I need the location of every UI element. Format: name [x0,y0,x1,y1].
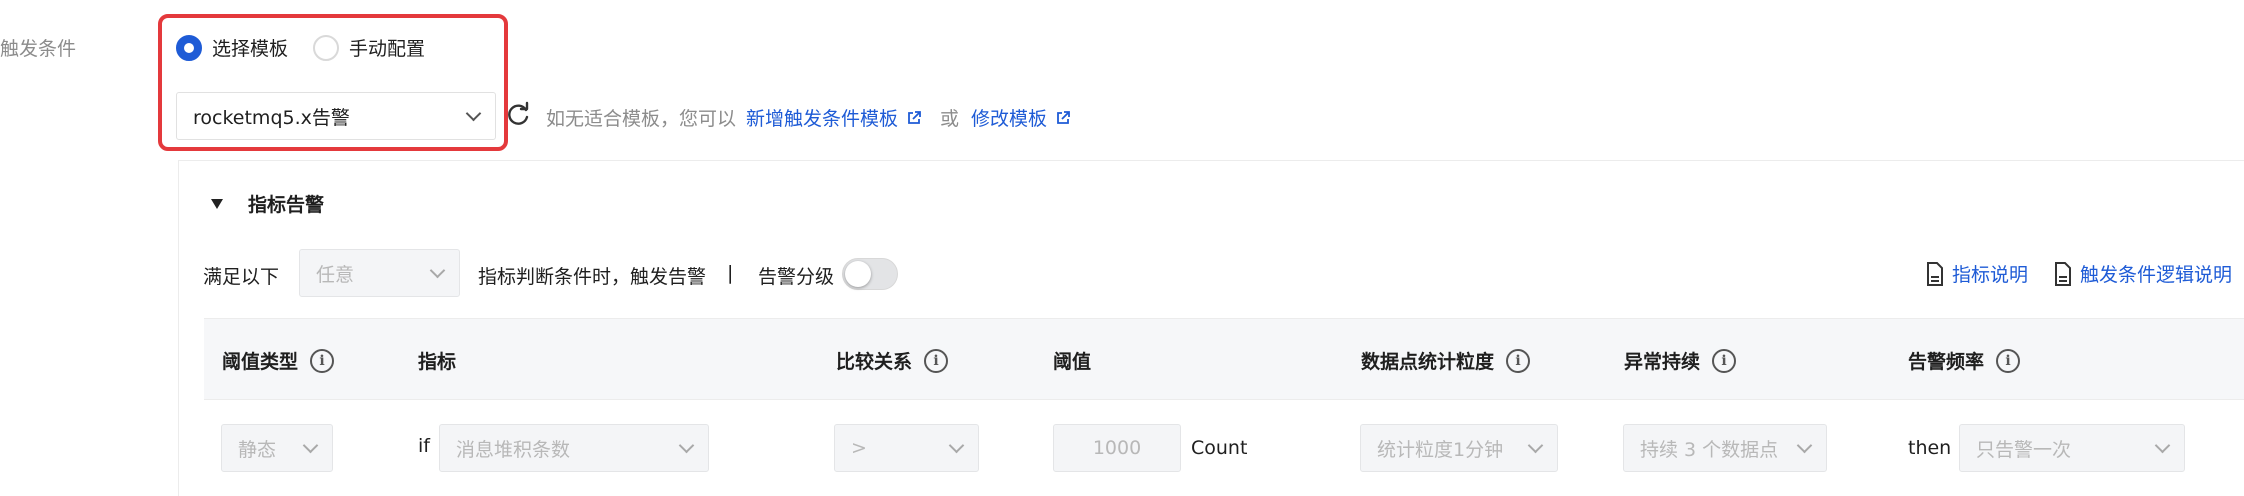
granularity-select[interactable]: 统计粒度1分钟 [1360,424,1558,472]
metric-select-value: 消息堆积条数 [456,438,571,461]
header-compare-label: 比较关系 [836,351,913,373]
condition-suffix: 指标判断条件时，触发告警 [478,266,707,288]
metric-doc-label: 指标说明 [1952,264,2029,286]
header-granularity-label: 数据点统计粒度 [1361,351,1495,373]
hint-or: 或 [940,108,960,130]
info-icon[interactable]: i [310,348,335,373]
header-duration: 异常持续 i [1624,347,1737,374]
chevron-down-icon [465,105,482,121]
header-frequency: 告警频率 i [1908,347,2021,374]
granularity-select-value: 统计粒度1分钟 [1377,438,1504,461]
condition-separator: | [727,262,734,284]
logic-doc-link[interactable]: 触发条件逻辑说明 [2054,260,2232,287]
threshold-type-select[interactable]: 静态 [221,424,333,472]
section-toggle[interactable]: 指标告警 [210,190,324,217]
logic-doc-label: 触发条件逻辑说明 [2080,264,2233,286]
panel-top-border [178,160,2244,161]
header-metric: 指标 [418,351,457,373]
panel-left-border [178,160,179,496]
threshold-input-value: 1000 [1092,437,1142,459]
condition-prefix: 满足以下 [203,266,280,288]
radio-template-indicator[interactable] [176,34,202,61]
threshold-type-value: 静态 [238,438,277,461]
metric-doc-link[interactable]: 指标说明 [1926,260,2028,287]
info-icon[interactable]: i [1996,348,2021,373]
template-select[interactable]: rocketmq5.x告警 [176,92,496,140]
document-icon [1927,261,1943,286]
document-icon [2055,261,2071,286]
info-icon[interactable]: i [924,348,949,373]
duration-select-value: 持续 3 个数据点 [1640,438,1779,461]
threshold-input[interactable]: 1000 [1053,424,1181,472]
frequency-select-value: 只告警一次 [1976,438,2072,461]
chevron-down-icon [2154,437,2171,453]
modify-template-link[interactable]: 修改模板 [971,104,1047,131]
radio-manual[interactable]: 手动配置 [313,34,425,61]
compare-select-value: > [851,437,867,459]
section-title: 指标告警 [248,194,325,216]
radio-manual-indicator[interactable] [313,34,339,61]
chevron-down-icon [302,437,319,453]
field-label: 触发条件 [0,38,77,60]
header-duration-label: 异常持续 [1624,351,1701,373]
chevron-down-icon [678,437,695,453]
metric-select[interactable]: 消息堆积条数 [439,424,709,472]
chevron-down-icon [948,437,965,453]
info-icon[interactable]: i [1712,348,1737,373]
alert-level-toggle[interactable] [842,258,898,290]
chevron-down-icon [429,262,446,278]
caret-down-icon [211,198,223,209]
if-label: if [418,435,430,457]
frequency-select[interactable]: 只告警一次 [1959,424,2185,472]
header-compare: 比较关系 i [836,347,949,374]
refresh-icon[interactable] [504,101,532,129]
radio-template-label: 选择模板 [212,38,289,60]
then-label: then [1908,437,1952,459]
external-link-icon[interactable] [906,110,922,126]
toggle-knob [845,261,871,287]
template-select-value: rocketmq5.x告警 [193,106,350,129]
header-threshold: 阈值 [1053,351,1092,373]
header-threshold-type: 阈值类型 i [222,347,335,374]
alert-level-label: 告警分级 [758,266,835,288]
threshold-unit: Count [1191,437,1248,459]
info-icon[interactable]: i [1506,348,1531,373]
external-link-icon[interactable] [1055,110,1071,126]
match-select-value: 任意 [316,263,355,286]
template-hint: 如无适合模板，您可以 新增触发条件模板 或 修改模板 [546,104,1071,131]
compare-select[interactable]: > [834,424,979,472]
add-template-link[interactable]: 新增触发条件模板 [746,104,898,131]
radio-manual-label: 手动配置 [349,38,426,60]
duration-select[interactable]: 持续 3 个数据点 [1623,424,1827,472]
chevron-down-icon [1796,437,1813,453]
match-select[interactable]: 任意 [299,249,460,297]
radio-template[interactable]: 选择模板 [176,34,288,61]
hint-prefix: 如无适合模板，您可以 [546,108,737,130]
header-granularity: 数据点统计粒度 i [1361,347,1531,374]
header-frequency-label: 告警频率 [1908,351,1985,373]
header-threshold-type-label: 阈值类型 [222,351,299,373]
chevron-down-icon [1527,437,1544,453]
